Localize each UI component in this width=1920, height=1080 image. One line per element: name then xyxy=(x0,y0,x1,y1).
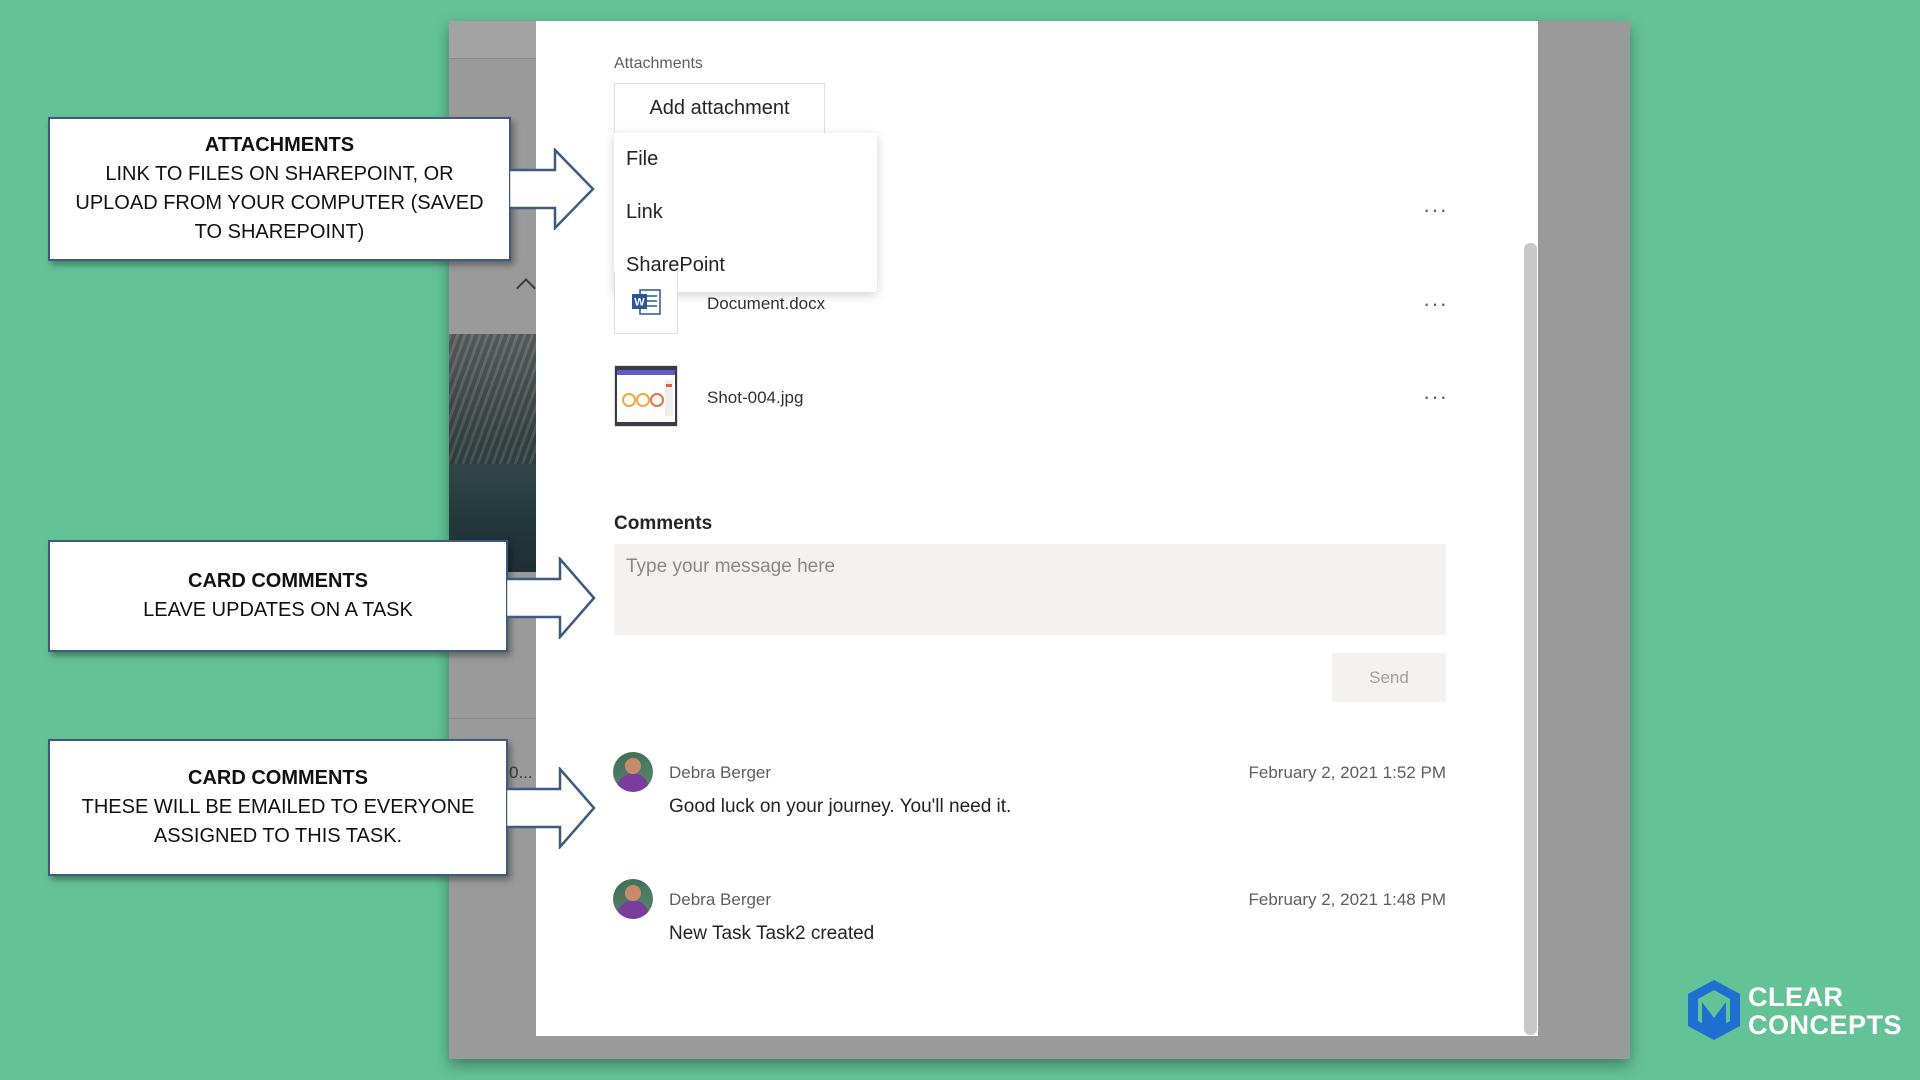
callout-body: THESE WILL BE EMAILED TO EVERYONE ASSIGN… xyxy=(81,796,475,847)
arrow-right-icon xyxy=(506,767,596,849)
comments-heading: Comments xyxy=(614,513,713,534)
menu-item-file[interactable]: File xyxy=(614,133,877,186)
callout-title: CARD COMMENTS xyxy=(188,570,368,592)
logo-line-1: CLEAR xyxy=(1748,982,1844,1012)
panel-scrollbar[interactable] xyxy=(1524,243,1537,1035)
send-button[interactable]: Send xyxy=(1332,653,1446,702)
callout-body: LEAVE UPDATES ON A TASK xyxy=(143,599,413,621)
more-options-icon[interactable]: ··· xyxy=(1423,386,1448,408)
comment-author: Debra Berger xyxy=(669,890,772,909)
logo-text: CLEAR CONCEPTS xyxy=(1748,983,1902,1039)
file-name[interactable]: Document.docx xyxy=(707,294,825,314)
attachments-label: Attachments xyxy=(614,55,703,72)
callout-card-comments: CARD COMMENTS LEAVE UPDATES ON A TASK xyxy=(48,540,508,652)
comment-author: Debra Berger xyxy=(669,763,772,782)
arrow-right-icon xyxy=(509,148,595,230)
file-thumbnail[interactable] xyxy=(614,365,678,427)
callout-attachments: ATTACHMENTS LINK TO FILES ON SHAREPOINT,… xyxy=(48,117,511,261)
comment-date: February 2, 2021 1:48 PM xyxy=(1248,890,1446,909)
divider xyxy=(449,718,537,719)
comment-input[interactable] xyxy=(614,544,1446,635)
add-attachment-button[interactable]: Add attachment xyxy=(614,83,825,133)
file-name[interactable]: Shot-004.jpg xyxy=(707,388,803,408)
file-thumbnail[interactable]: W xyxy=(614,271,678,334)
menu-item-link[interactable]: Link xyxy=(614,186,877,239)
comment-text: Good luck on your journey. You'll need i… xyxy=(669,796,1012,817)
logo-line-2: CONCEPTS xyxy=(1748,1010,1903,1040)
chevron-up-icon xyxy=(516,278,536,298)
word-document-icon: W xyxy=(632,289,661,315)
arrow-right-icon xyxy=(506,557,596,639)
more-options-icon[interactable]: ··· xyxy=(1423,199,1448,221)
more-options-icon[interactable]: ··· xyxy=(1423,293,1448,315)
comment-text: New Task Task2 created xyxy=(669,923,875,944)
callout-body: LINK TO FILES ON SHAREPOINT, OR UPLOAD F… xyxy=(75,163,484,243)
svg-text:W: W xyxy=(634,297,645,309)
avatar xyxy=(613,752,653,792)
callout-comment-emails: CARD COMMENTS THESE WILL BE EMAILED TO E… xyxy=(48,739,508,876)
attachment-type-menu: File Link SharePoint xyxy=(614,133,877,292)
callout-title: ATTACHMENTS xyxy=(204,134,355,156)
background-image xyxy=(449,334,537,572)
image-thumbnail xyxy=(615,366,677,426)
avatar xyxy=(613,879,653,919)
background-toolbar xyxy=(449,21,537,59)
comment-date: February 2, 2021 1:52 PM xyxy=(1248,763,1446,782)
callout-title: CARD COMMENTS xyxy=(188,767,368,789)
